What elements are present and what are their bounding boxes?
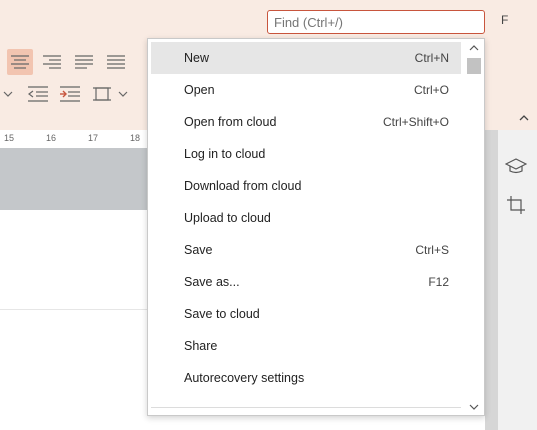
menu-item-label: Save to cloud [184,307,260,321]
collapse-ribbon-icon[interactable] [518,113,530,123]
menu-item-label: Save as... [184,275,240,289]
align-right-icon[interactable] [42,53,62,71]
menu-scrollbar[interactable] [465,42,483,414]
chevron-down-icon[interactable] [117,88,129,100]
page-gap [0,148,148,210]
menu-item-save[interactable]: Save Ctrl+S [151,234,461,266]
menu-item-new[interactable]: New Ctrl+N [151,42,461,74]
menu-item-download-from-cloud[interactable]: Download from cloud [151,170,461,202]
menu-item-log-in-to-cloud[interactable]: Log in to cloud [151,138,461,170]
menu-item-label: Save [184,243,213,257]
page-margins-icon[interactable] [92,85,112,103]
scroll-down-icon[interactable] [469,403,479,411]
ruler-tick: 18 [130,133,141,143]
decrease-indent-icon[interactable] [27,85,49,103]
menu-item-label: Open [184,83,215,97]
menu-item-shortcut: Ctrl+Shift+O [382,115,449,129]
menu-item-label: New [184,51,210,65]
vertical-scrollbar[interactable] [485,130,497,430]
document-page[interactable] [0,210,148,430]
menu-item-save-as[interactable]: Save as... F12 [151,266,461,298]
ruler-tick: 17 [88,133,99,143]
increase-indent-icon[interactable] [59,85,81,103]
menu-item-shortcut: Ctrl+O [413,83,449,97]
search-input[interactable] [267,10,485,34]
menu-item-label: Upload to cloud [184,211,271,225]
menu-item-label: Open from cloud [184,115,277,129]
align-justify-icon[interactable] [74,53,94,71]
menu-item-label: Autorecovery settings [184,371,305,385]
ruler-tick: 15 [4,133,15,143]
ruler-tick: 16 [46,133,57,143]
menu-item-upload-to-cloud[interactable]: Upload to cloud [151,202,461,234]
menu-item-label: Log in to cloud [184,147,266,161]
file-menu: New Ctrl+N Open Ctrl+O Open from cloud C… [147,38,485,416]
menu-item-label: Download from cloud [184,179,302,193]
menu-separator [151,407,461,408]
scroll-up-icon[interactable] [469,44,479,52]
menu-item-autorecovery-settings[interactable]: Autorecovery settings [151,362,461,394]
menu-item-label: Share [184,339,218,353]
align-center-icon [11,55,29,69]
align-distributed-icon[interactable] [106,53,126,71]
horizontal-ruler: 15 16 17 18 [0,130,148,149]
menu-item-shortcut: Ctrl+S [415,243,449,257]
menu-item-shortcut: Ctrl+N [414,51,449,65]
graduation-cap-icon[interactable] [505,156,527,176]
crop-icon[interactable] [506,195,526,215]
menu-scroll-thumb[interactable] [467,58,481,74]
menu-item-open-from-cloud[interactable]: Open from cloud Ctrl+Shift+O [151,106,461,138]
menu-item-share[interactable]: Share [151,330,461,362]
menu-item-open[interactable]: Open Ctrl+O [151,74,461,106]
chevron-down-icon[interactable] [2,88,14,100]
page-divider [0,309,148,310]
menu-item-shortcut: F12 [428,275,449,289]
account-button[interactable]: F [501,13,508,27]
menu-item-save-to-cloud[interactable]: Save to cloud [151,298,461,330]
